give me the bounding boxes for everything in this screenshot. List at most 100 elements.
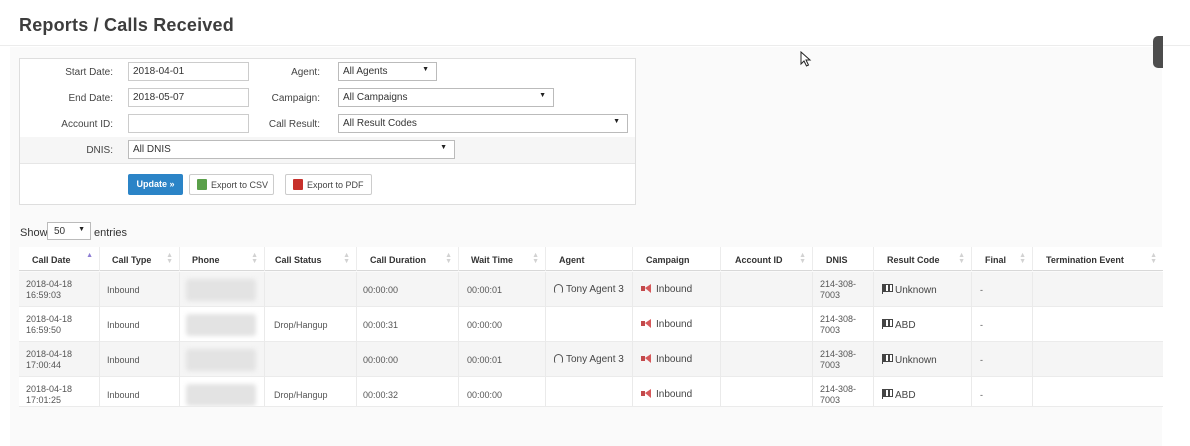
column-header-termination-event[interactable]: Termination Event ▲ ▼ (1032, 247, 1163, 271)
account-id-input[interactable] (128, 114, 249, 133)
megaphone-icon (641, 319, 651, 328)
megaphone-icon (641, 354, 651, 363)
result-code: ABD (895, 320, 916, 331)
column-header-label: Call Duration (370, 255, 427, 265)
result-code: Unknown (895, 285, 937, 296)
column-header-call-date[interactable]: Call Date ▲ (19, 247, 99, 271)
agent-label: Agent: (291, 67, 320, 78)
table-row[interactable]: 2018-04-18 17:00:44 Inbound 00:00:00 00:0… (19, 342, 1163, 377)
result-code: Unknown (895, 355, 937, 366)
cell-call-date: 2018-04-18 17:01:25 (19, 377, 99, 406)
column-header-call-duration[interactable]: Call Duration ▲ ▼ (356, 247, 458, 271)
column-header-call-type[interactable]: Call Type ▲ ▼ (99, 247, 179, 271)
cell-date: 2018-04-18 (26, 279, 73, 289)
phone-redacted (186, 279, 256, 301)
side-panel-handle[interactable] (1153, 36, 1163, 68)
sort-icon: ▲ ▼ (166, 252, 173, 265)
table-row[interactable]: 2018-04-18 17:01:25 Inbound Drop/Hangup 0… (19, 377, 1163, 407)
campaign-select[interactable]: All Campaigns ▼ (338, 88, 554, 107)
cell-time: 16:59:03 (26, 290, 62, 300)
column-header-dnis[interactable]: DNIS (812, 247, 873, 271)
column-header-agent[interactable]: Agent (545, 247, 632, 271)
dnis-label: DNIS: (86, 145, 113, 156)
cell-wait-time: 00:00:00 (458, 307, 545, 342)
table-header: Call Date ▲ Call Type ▲ ▼ Phone ▲ ▼ Call Stat… (19, 247, 1163, 271)
cell-final: - (971, 307, 1032, 342)
export-pdf-button[interactable]: Export to PDF (285, 174, 372, 195)
dnis-part-2: 7003 (820, 395, 841, 405)
cell-wait-time: 00:00:00 (458, 377, 545, 406)
cell-dnis: 214-308- 7003 (812, 377, 873, 406)
cell-date: 2018-04-18 (26, 349, 73, 359)
cell-termination-event (1032, 342, 1163, 377)
cell-wait-time: 00:00:01 (458, 272, 545, 307)
agent-name: Tony Agent 3 (566, 284, 624, 295)
sort-icon: ▲ ▼ (958, 252, 965, 265)
export-csv-button[interactable]: Export to CSV (189, 174, 274, 195)
campaign-name: Inbound (656, 284, 693, 295)
megaphone-icon (641, 389, 651, 398)
cell-final: - (971, 272, 1032, 307)
phone-redacted (186, 384, 256, 406)
agent-name: Tony Agent 3 (566, 354, 624, 365)
entries-label: entries (94, 227, 128, 239)
start-date-input[interactable]: 2018-04-01 (128, 62, 249, 81)
cell-account-id (720, 342, 812, 377)
page-header: Reports / Calls Received (0, 0, 1190, 46)
cell-agent: Tony Agent 3 (545, 342, 632, 377)
entries-per-page-select[interactable]: 50 ▼ (47, 222, 91, 240)
column-header-phone[interactable]: Phone ▲ ▼ (179, 247, 264, 271)
column-header-account-id[interactable]: Account ID ▲ ▼ (720, 247, 812, 271)
column-header-label: DNIS (826, 255, 848, 265)
chevron-down-icon: ▼ (78, 226, 85, 233)
filter-panel: Start Date: 2018-04-01 Agent: All Agents… (19, 58, 636, 205)
column-header-label: Account ID (735, 255, 783, 265)
sort-icon: ▲ ▼ (532, 252, 539, 265)
cell-time: 16:59:50 (26, 325, 62, 335)
update-button[interactable]: Update » (128, 174, 183, 195)
cell-call-duration: 00:00:32 (356, 377, 458, 406)
sort-icon: ▲ ▼ (799, 252, 806, 265)
agent-select-value: All Agents (343, 66, 388, 77)
chevron-down-icon: ▼ (422, 66, 429, 73)
sort-icon: ▲ ▼ (1019, 252, 1026, 265)
cell-agent (545, 307, 632, 342)
column-header-result-code[interactable]: Result Code ▲ ▼ (873, 247, 971, 271)
cell-account-id (720, 307, 812, 342)
table-row[interactable]: 2018-04-18 16:59:50 Inbound Drop/Hangup 0… (19, 307, 1163, 342)
cell-call-date: 2018-04-18 16:59:50 (19, 307, 99, 342)
filter-row-2: End Date: 2018-05-07 Campaign: All Campa… (20, 85, 635, 111)
dnis-part-2: 7003 (820, 360, 841, 370)
show-label: Show (20, 227, 48, 239)
column-header-label: Call Date (32, 255, 71, 265)
cell-phone (179, 272, 264, 307)
cell-campaign: Inbound (632, 377, 720, 406)
cell-termination-event (1032, 377, 1163, 406)
campaign-label: Campaign: (271, 93, 320, 104)
column-header-final[interactable]: Final ▲ ▼ (971, 247, 1032, 271)
agent-select[interactable]: All Agents ▼ (338, 62, 437, 81)
cell-account-id (720, 272, 812, 307)
column-header-label: Final (985, 255, 1007, 265)
sort-icon: ▲ ▼ (445, 252, 452, 265)
dnis-select[interactable]: All DNIS ▼ (128, 140, 455, 159)
campaign-name: Inbound (656, 389, 693, 400)
cell-dnis: 214-308- 7003 (812, 307, 873, 342)
start-date-label: Start Date: (65, 67, 113, 78)
end-date-input[interactable]: 2018-05-07 (128, 88, 249, 107)
export-pdf-label: Export to PDF (307, 180, 364, 190)
cell-call-type: Inbound (99, 272, 179, 307)
table-row[interactable]: 2018-04-18 16:59:03 Inbound 00:00:00 00:0… (19, 272, 1163, 307)
column-header-campaign[interactable]: Campaign (632, 247, 720, 271)
cell-dnis: 214-308- 7003 (812, 272, 873, 307)
column-header-call-status[interactable]: Call Status ▲ ▼ (264, 247, 356, 271)
cell-campaign: Inbound (632, 342, 720, 377)
cell-agent: Tony Agent 3 (545, 272, 632, 307)
cell-final: - (971, 342, 1032, 377)
cell-date: 2018-04-18 (26, 314, 73, 324)
campaign-name: Inbound (656, 354, 693, 365)
call-result-select[interactable]: All Result Codes ▼ (338, 114, 628, 133)
cell-call-status: Drop/Hangup (264, 377, 356, 406)
sort-icon: ▲ ▼ (251, 252, 258, 265)
column-header-wait-time[interactable]: Wait Time ▲ ▼ (458, 247, 545, 271)
